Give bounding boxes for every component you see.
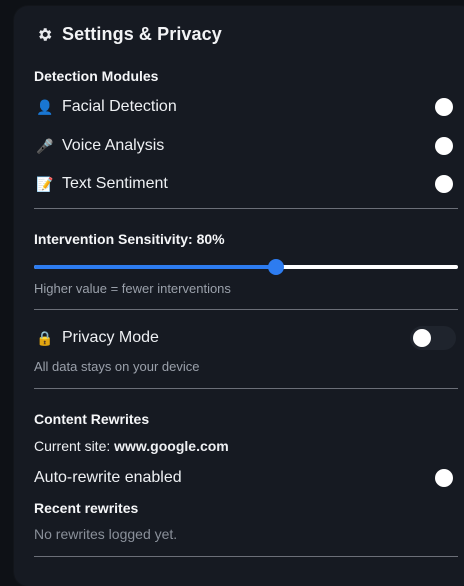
divider [34,556,458,557]
detection-section-label: Detection Modules [34,68,159,84]
microphone-icon: 🎤 [36,137,54,154]
module-label-facial: Facial Detection [62,98,177,115]
module-row-voice: 🎤 Voice Analysis [36,133,458,159]
privacy-mode-label: Privacy Mode [62,329,159,346]
voice-analysis-toggle[interactable] [410,134,456,158]
panel-title-text: Settings & Privacy [62,24,222,44]
sensitivity-help: Higher value = fewer interventions [34,281,231,296]
text-sentiment-toggle[interactable] [410,172,456,196]
module-row-text: 📝 Text Sentiment [36,171,458,197]
slider-fill [34,265,276,269]
module-row-facial: 👤 Facial Detection [36,94,458,120]
auto-rewrite-label: Auto-rewrite enabled [34,469,182,486]
auto-rewrite-row: Auto-rewrite enabled [34,465,458,491]
settings-panel: Settings & Privacy Detection Modules 👤 F… [14,6,464,586]
person-icon: 👤 [36,98,54,115]
divider [34,309,458,310]
memo-icon: 📝 [36,175,54,192]
toggle-knob [435,98,453,116]
settings-content: Settings & Privacy Detection Modules 👤 F… [34,6,458,586]
auto-rewrite-toggle[interactable] [410,466,456,490]
sensitivity-slider[interactable] [34,259,458,275]
divider [34,208,458,209]
rewrites-empty-text: No rewrites logged yet. [34,526,178,542]
rewrites-section-label: Content Rewrites [34,411,150,427]
facial-detection-toggle[interactable] [410,95,456,119]
toggle-knob [435,469,453,487]
lock-icon: 🔒 [36,329,54,346]
module-label-voice: Voice Analysis [62,137,165,154]
privacy-mode-toggle[interactable] [410,326,456,350]
panel-title: Settings & Privacy [36,24,222,45]
slider-thumb[interactable] [267,259,284,275]
toggle-knob [413,329,431,347]
privacy-mode-row: 🔒 Privacy Mode [36,325,458,351]
privacy-help: All data stays on your device [34,359,200,374]
current-site-line: Current site: www.google.com [34,438,229,454]
gear-icon [39,28,52,41]
recent-rewrites-label: Recent rewrites [34,500,139,516]
current-site-value: www.google.com [114,438,229,454]
divider [34,388,458,389]
module-label-text: Text Sentiment [62,175,168,192]
toggle-knob [435,175,453,193]
sensitivity-label: Intervention Sensitivity: 80% [34,231,225,247]
toggle-knob [435,137,453,155]
current-site-prefix: Current site: [34,438,115,454]
